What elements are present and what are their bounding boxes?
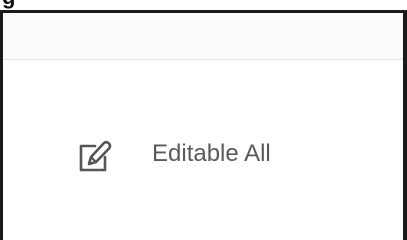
menu-item-editable-all[interactable]: Editable All [78, 134, 271, 174]
cropped-heading-glyph: g [2, 0, 15, 8]
edit-icon [78, 140, 114, 174]
panel-header [3, 13, 403, 60]
app-window: g Editable All [0, 0, 407, 240]
dropdown-panel: Editable All [0, 10, 407, 240]
cropped-heading-fragment: g [0, 0, 42, 10]
menu-item-label: Editable All [152, 140, 271, 167]
